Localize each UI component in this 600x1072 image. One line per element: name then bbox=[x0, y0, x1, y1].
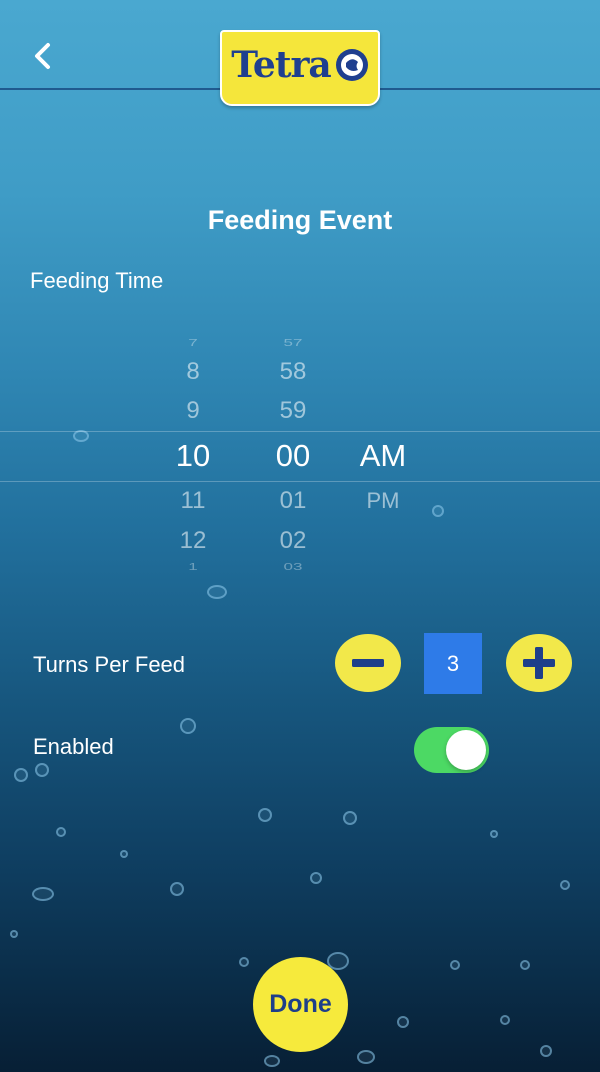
back-button[interactable] bbox=[26, 36, 66, 76]
hour-option[interactable]: 11 bbox=[163, 487, 223, 515]
chevron-left-icon bbox=[35, 43, 50, 69]
minute-wheel[interactable]: 57 58 59 00 01 02 03 bbox=[262, 325, 324, 585]
minute-option[interactable]: 02 bbox=[262, 527, 324, 555]
period-wheel[interactable]: AM PM bbox=[350, 325, 416, 585]
turns-value: 3 bbox=[424, 633, 482, 694]
decrement-button[interactable] bbox=[335, 634, 401, 692]
minute-option[interactable]: 58 bbox=[262, 358, 324, 386]
hour-option[interactable]: 12 bbox=[163, 527, 223, 555]
minute-option[interactable]: 57 bbox=[262, 337, 324, 349]
minute-selected[interactable]: 00 bbox=[262, 438, 324, 474]
minute-option[interactable]: 59 bbox=[262, 397, 324, 425]
plus-icon bbox=[523, 647, 555, 679]
hour-wheel[interactable]: 7 8 9 10 11 12 1 bbox=[163, 325, 223, 585]
minus-icon bbox=[352, 659, 384, 667]
hour-option[interactable]: 9 bbox=[163, 397, 223, 425]
done-label: Done bbox=[269, 990, 332, 1018]
hour-selected[interactable]: 10 bbox=[163, 438, 223, 474]
enabled-toggle[interactable] bbox=[414, 727, 489, 773]
app-header: Tetra bbox=[0, 0, 600, 110]
enabled-label: Enabled bbox=[33, 734, 114, 759]
hour-option[interactable]: 8 bbox=[163, 358, 223, 386]
hour-option[interactable]: 1 bbox=[163, 561, 223, 573]
toggle-knob bbox=[446, 730, 486, 770]
fish-globe-icon bbox=[335, 49, 368, 81]
minute-option[interactable]: 01 bbox=[262, 487, 324, 515]
period-option[interactable]: PM bbox=[350, 488, 416, 514]
feeding-time-label: Feeding Time bbox=[30, 268, 164, 293]
time-picker[interactable]: 7 8 9 10 11 12 1 57 58 59 00 01 02 03 AM… bbox=[0, 325, 600, 585]
done-button[interactable]: Done bbox=[253, 957, 348, 1052]
logo-text: Tetra bbox=[231, 44, 331, 86]
minute-option[interactable]: 03 bbox=[262, 561, 324, 573]
page-title: Feeding Event bbox=[207, 205, 393, 235]
turns-per-feed-label: Turns Per Feed bbox=[33, 652, 186, 677]
increment-button[interactable] bbox=[506, 634, 572, 692]
tetra-logo: Tetra bbox=[220, 30, 380, 106]
hour-option[interactable]: 7 bbox=[163, 337, 223, 349]
period-selected[interactable]: AM bbox=[350, 438, 416, 474]
